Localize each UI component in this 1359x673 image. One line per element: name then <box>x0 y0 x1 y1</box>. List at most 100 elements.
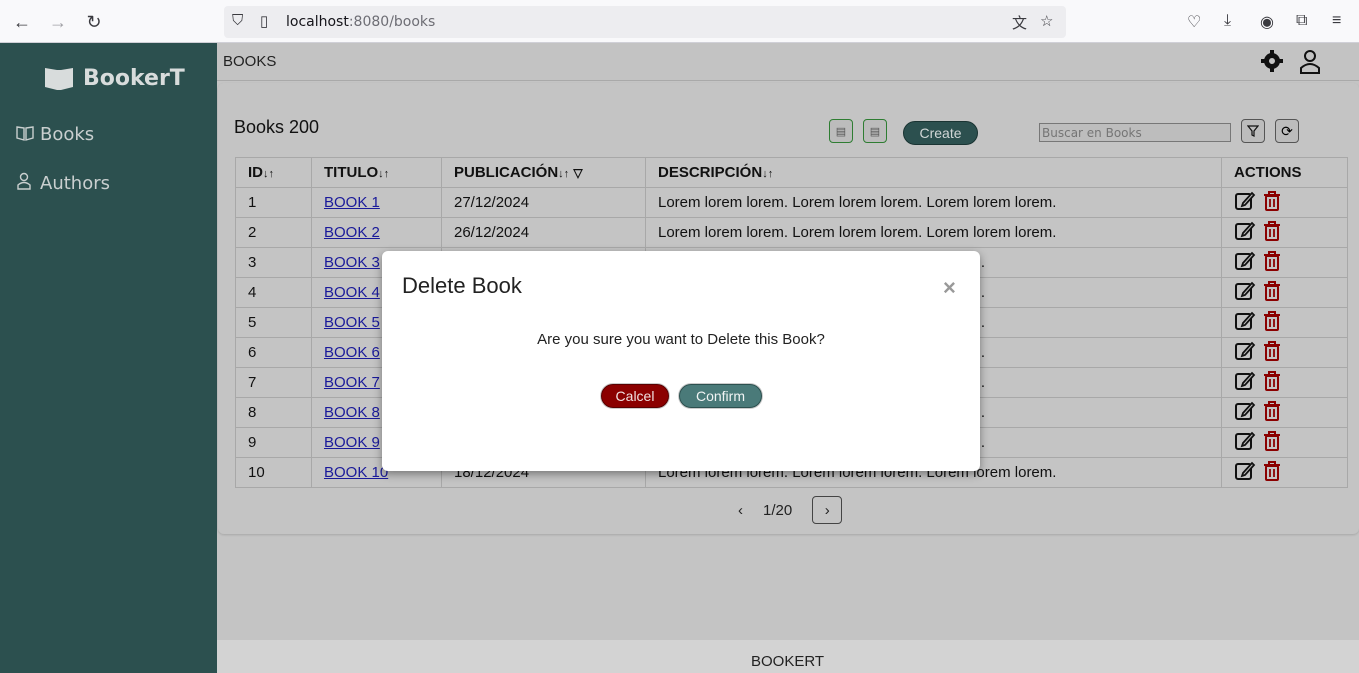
next-page-button[interactable]: › <box>812 496 843 524</box>
book-title-link[interactable]: BOOK 10 <box>324 464 388 481</box>
prev-page-icon[interactable]: ‹ <box>738 502 743 519</box>
gear-icon[interactable] <box>1260 49 1284 73</box>
forward-icon[interactable]: → <box>47 11 69 33</box>
modal-message: Are you sure you want to Delete this Boo… <box>537 331 825 348</box>
sidebar-item-label: Books <box>40 124 95 145</box>
cell-actions <box>1221 457 1348 488</box>
pagination: ‹ 1/20 › <box>738 496 843 524</box>
book-logo-icon <box>45 68 73 90</box>
cell-description: Lorem lorem lorem. Lorem lorem lorem. Lo… <box>645 217 1222 248</box>
extensions-icon[interactable]: ⧉ <box>1296 12 1307 30</box>
cell-title: BOOK 2 <box>311 217 442 248</box>
cell-title: BOOK 1 <box>311 187 442 218</box>
edit-icon[interactable] <box>1234 310 1256 332</box>
trash-icon[interactable] <box>1262 340 1282 362</box>
browser-toolbar: ← → ↻ ⛉ ▯ localhost:8080/books 文 ☆ ♡ ⤓ ◉… <box>0 0 1359 43</box>
url-text[interactable]: localhost:8080/books <box>286 14 435 30</box>
filter-button[interactable] <box>1241 119 1265 143</box>
sort-icon[interactable]: ↓↑ <box>263 168 274 180</box>
trash-icon[interactable] <box>1262 460 1282 482</box>
star-icon[interactable]: ☆ <box>1040 12 1053 30</box>
search-input[interactable] <box>1039 123 1231 142</box>
cell-actions <box>1221 397 1348 428</box>
column-header-actions: ACTIONS <box>1221 157 1348 188</box>
create-button[interactable]: Create <box>903 121 978 145</box>
edit-icon[interactable] <box>1234 460 1256 482</box>
page-icon[interactable]: ▯ <box>260 12 268 30</box>
trash-icon[interactable] <box>1262 250 1282 272</box>
trash-icon[interactable] <box>1262 190 1282 212</box>
book-title-link[interactable]: BOOK 7 <box>324 374 380 391</box>
address-bar[interactable]: ⛉ ▯ localhost:8080/books 文 ☆ <box>224 6 1066 38</box>
edit-icon[interactable] <box>1234 370 1256 392</box>
menu-icon[interactable]: ≡ <box>1332 12 1341 30</box>
sort-icon[interactable]: ↓↑ <box>762 168 773 180</box>
trash-icon[interactable] <box>1262 370 1282 392</box>
close-icon[interactable]: × <box>943 275 956 301</box>
trash-icon[interactable] <box>1262 400 1282 422</box>
edit-icon[interactable] <box>1234 280 1256 302</box>
cell-id: 8 <box>235 397 312 428</box>
column-header-publication[interactable]: PUBLICACIÓN↓↑ ▽ <box>441 157 646 188</box>
edit-icon[interactable] <box>1234 430 1256 452</box>
export-pdf-button[interactable]: ▤ <box>863 119 887 143</box>
pocket-icon[interactable]: ♡ <box>1187 12 1201 32</box>
profile-icon[interactable] <box>1299 49 1321 75</box>
book-title-link[interactable]: BOOK 6 <box>324 344 380 361</box>
confirm-button[interactable]: Confirm <box>679 384 762 408</box>
column-header-id[interactable]: ID↓↑ <box>235 157 312 188</box>
filter-icon[interactable]: ▽ <box>573 166 582 180</box>
footer-text: BOOKERT <box>751 653 825 670</box>
edit-icon[interactable] <box>1234 220 1256 242</box>
book-title-link[interactable]: BOOK 4 <box>324 284 380 301</box>
reload-icon[interactable]: ↻ <box>83 11 105 33</box>
refresh-button[interactable]: ⟳ <box>1275 119 1299 143</box>
trash-icon[interactable] <box>1262 280 1282 302</box>
file-icon: ▤ <box>869 125 881 138</box>
download-icon[interactable]: ⤓ <box>1224 12 1231 30</box>
sort-icon[interactable]: ↓↑ <box>558 168 569 180</box>
edit-icon[interactable] <box>1234 250 1256 272</box>
sort-icon[interactable]: ↓↑ <box>378 168 389 180</box>
cell-id: 2 <box>235 217 312 248</box>
edit-icon[interactable] <box>1234 190 1256 212</box>
trash-icon[interactable] <box>1262 430 1282 452</box>
account-icon[interactable]: ◉ <box>1260 12 1274 32</box>
table-row: 2 BOOK 2 26/12/2024 Lorem lorem lorem. Lore… <box>235 217 1348 248</box>
cancel-button[interactable]: Calcel <box>601 384 669 408</box>
footer: BOOKERT <box>217 640 1359 673</box>
book-title-link[interactable]: BOOK 8 <box>324 404 380 421</box>
cell-actions <box>1221 337 1348 368</box>
brand[interactable]: BookerT <box>44 65 185 91</box>
sidebar-item-authors[interactable]: Authors <box>16 172 110 194</box>
cell-id: 5 <box>235 307 312 338</box>
cell-id: 1 <box>235 187 312 218</box>
translate-icon[interactable]: 文 <box>1012 12 1027 33</box>
cell-id: 3 <box>235 247 312 278</box>
cell-date: 26/12/2024 <box>441 217 646 248</box>
trash-icon[interactable] <box>1262 310 1282 332</box>
sidebar-item-label: Authors <box>40 172 110 194</box>
sidebar: BookerT Books Authors <box>0 43 217 673</box>
edit-icon[interactable] <box>1234 400 1256 422</box>
cell-id: 4 <box>235 277 312 308</box>
book-title-link[interactable]: BOOK 5 <box>324 314 380 331</box>
cell-id: 7 <box>235 367 312 398</box>
book-open-icon <box>16 125 36 145</box>
brand-name: BookerT <box>83 65 185 91</box>
trash-icon[interactable] <box>1262 220 1282 242</box>
column-header-title[interactable]: TITULO↓↑ <box>311 157 442 188</box>
shield-icon[interactable]: ⛉ <box>232 12 243 29</box>
refresh-icon: ⟳ <box>1281 122 1293 139</box>
edit-icon[interactable] <box>1234 340 1256 362</box>
back-icon[interactable]: ← <box>11 11 33 33</box>
book-title-link[interactable]: BOOK 2 <box>324 224 380 241</box>
page-title: BOOKS <box>223 53 277 70</box>
book-title-link[interactable]: BOOK 1 <box>324 194 380 211</box>
book-title-link[interactable]: BOOK 9 <box>324 434 380 451</box>
export-csv-button[interactable]: ▤ <box>829 119 853 143</box>
sidebar-item-books[interactable]: Books <box>16 124 94 145</box>
page-indicator: 1/20 <box>763 501 793 519</box>
column-header-description[interactable]: DESCRIPCIÓN↓↑ <box>645 157 1222 188</box>
book-title-link[interactable]: BOOK 3 <box>324 254 380 271</box>
